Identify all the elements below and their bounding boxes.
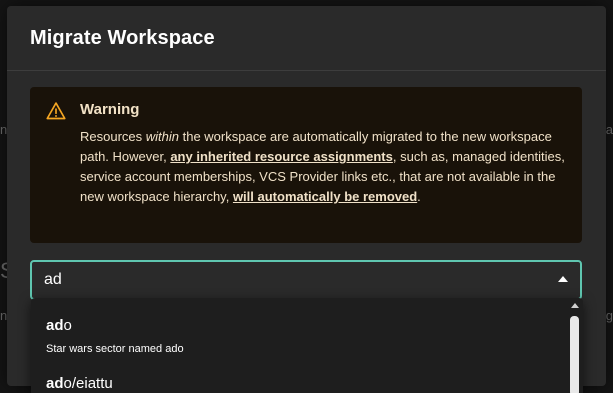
warning-triangle-icon	[46, 102, 66, 120]
workspace-path-autocomplete[interactable]	[30, 260, 582, 300]
option-match: ad	[46, 317, 64, 334]
removed-emphasis: will automatically be removed	[232, 189, 418, 204]
alert-title: Warning	[80, 101, 140, 118]
listbox-scrollbar[interactable]	[570, 301, 580, 393]
autocomplete-listbox: ado Star wars sector named ado ado/eiatt…	[31, 298, 583, 393]
option-title: ado	[46, 317, 184, 334]
option-description: Star wars sector named ado	[46, 343, 184, 355]
workspace-path-input[interactable]	[44, 262, 524, 298]
inherited-assignments-emphasis: any inherited resource assignments	[170, 149, 393, 164]
autocomplete-option[interactable]: ado Star wars sector named ado	[46, 317, 184, 355]
alert-text: .	[417, 189, 421, 204]
option-match: ad	[46, 375, 64, 392]
alert-message: Resources within the workspace are autom…	[80, 127, 566, 207]
scroll-up-arrow-icon[interactable]	[571, 303, 579, 308]
collapse-caret-icon[interactable]	[558, 276, 568, 282]
background-text: a	[605, 122, 613, 137]
option-rest: o/eiattu	[63, 375, 113, 392]
scroll-thumb[interactable]	[570, 316, 579, 393]
dialog-title: Migrate Workspace	[30, 26, 215, 49]
dialog-header: Migrate Workspace	[7, 6, 606, 71]
autocomplete-option[interactable]: ado/eiattu	[46, 375, 113, 392]
alert-text: Resources	[80, 129, 146, 144]
warning-alert: Warning Resources within the workspace a…	[30, 87, 582, 243]
option-title: ado/eiattu	[46, 375, 113, 392]
option-rest: o	[63, 317, 72, 334]
background-text: g	[605, 308, 613, 323]
alert-emphasis: within	[145, 129, 179, 144]
